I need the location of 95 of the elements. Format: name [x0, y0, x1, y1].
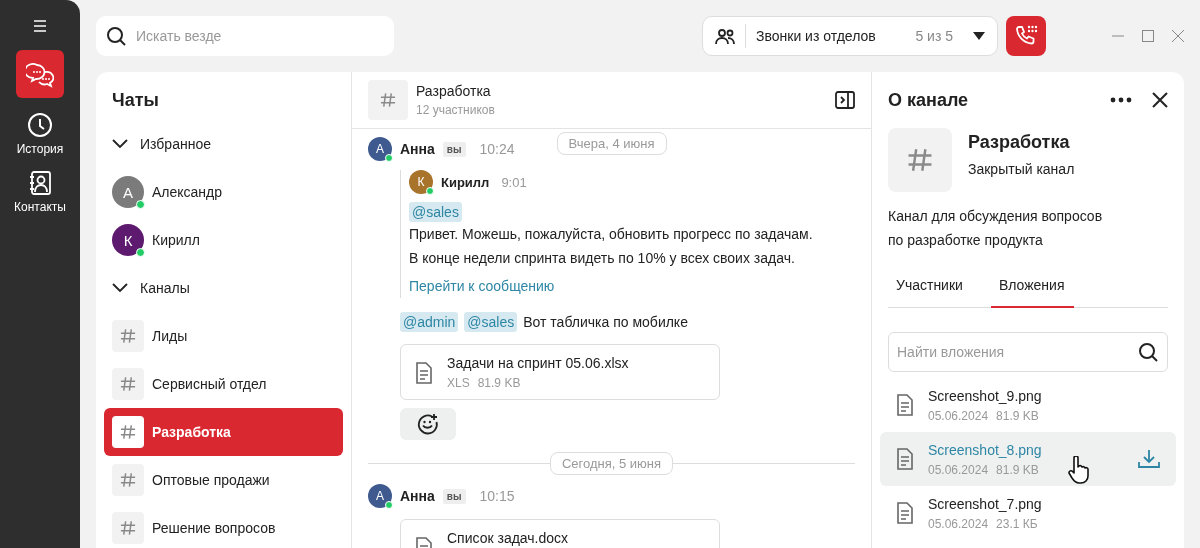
channel-type: Закрытый канал: [968, 161, 1075, 177]
author-name: Кирилл: [441, 174, 490, 190]
document-icon: [896, 502, 914, 524]
tab[interactable]: Вложения: [990, 264, 1074, 308]
more-icon: [1110, 97, 1132, 103]
attachment-item[interactable]: Screenshot_7.png 05.06.2024 23.1 КБ: [880, 486, 1176, 540]
people-icon: [715, 27, 735, 45]
history-nav-button[interactable]: История: [4, 112, 76, 156]
clock-icon: [27, 112, 53, 138]
close-icon: [1152, 92, 1168, 108]
member-count: 12 участников: [416, 103, 495, 117]
list-title: Чаты: [112, 88, 160, 112]
add-reaction-button[interactable]: [400, 408, 456, 440]
channel-name: Разработка: [968, 132, 1071, 153]
avatar-initial: А: [376, 142, 384, 156]
menu-icon[interactable]: [32, 18, 48, 34]
hash-icon: [380, 91, 396, 109]
section-header[interactable]: Избранное: [104, 120, 343, 168]
hash-icon: [120, 423, 136, 441]
file-type: XLS: [447, 376, 470, 390]
channel-item[interactable]: Оптовые продажи: [104, 456, 343, 504]
chevron-down-icon: [112, 283, 128, 293]
more-button[interactable]: [1110, 97, 1132, 103]
message-time: 10:24: [479, 141, 515, 157]
call-group-dropdown[interactable]: Звонки из отделов 5 из 5: [702, 16, 998, 56]
file-size: 81.9 KB: [996, 462, 1039, 477]
count-label: 5 из 5: [915, 28, 953, 44]
call-button[interactable]: [1006, 16, 1046, 56]
channel-description: Канал для обсуждения вопросов по разработке продукта: [888, 207, 1104, 250]
avatar-initial: К: [417, 175, 425, 189]
channel-item[interactable]: Разработка: [104, 408, 343, 456]
caret-down-icon: [973, 32, 985, 40]
message-text: В конце недели спринта видеть по 10% у всех своих задач.: [409, 249, 796, 268]
date-pill: Вчера, 4 июня: [556, 132, 667, 155]
go-to-message-link[interactable]: Перейти к сообщению: [409, 278, 555, 294]
channel-item[interactable]: Сервисный отдел: [104, 360, 343, 408]
file-date: 05.06.2024: [928, 462, 989, 477]
channel-item[interactable]: Решение вопросов: [104, 504, 343, 548]
channel-name: Разработка: [416, 83, 492, 99]
file-size: 81.9 KB: [996, 408, 1039, 423]
close-button[interactable]: [1152, 92, 1168, 108]
avatar-initial: А: [123, 183, 133, 201]
document-icon: [896, 394, 914, 416]
search-icon: [106, 26, 126, 46]
you-badge: вы: [442, 141, 466, 157]
author-name: Анна: [400, 488, 435, 504]
message-time: 9:01: [501, 174, 527, 190]
file-name: Screenshot_9.png: [928, 387, 1042, 404]
author-name: Анна: [400, 141, 435, 157]
hash-icon: [120, 327, 136, 345]
close-icon[interactable]: [1172, 30, 1184, 42]
document-icon: [896, 448, 914, 470]
file-size: 23.1 КБ: [996, 516, 1038, 531]
hash-icon: [120, 519, 136, 537]
you-badge: вы: [442, 488, 466, 504]
hash-icon: [120, 471, 136, 489]
file-name: Screenshot_7.png: [928, 495, 1042, 512]
search-icon: [1138, 342, 1158, 362]
date-pill: Сегодня, 5 июня: [549, 452, 674, 475]
attachment-search-field[interactable]: Найти вложения: [888, 332, 1168, 372]
section-header[interactable]: Каналы: [104, 264, 343, 312]
hash-icon: [907, 146, 933, 174]
chats-button[interactable]: [16, 50, 64, 98]
hand-cursor-icon: [1066, 456, 1090, 484]
file-date: 05.06.2024: [928, 408, 989, 423]
avatar-initial: К: [123, 231, 133, 249]
download-icon[interactable]: [1138, 449, 1160, 469]
contact-book-icon: [27, 170, 53, 196]
attachment-item[interactable]: Screenshot_9.png 05.06.2024 81.9 KB: [880, 378, 1176, 432]
file-name: Список задач.docx: [447, 530, 569, 546]
avatar-initial: А: [376, 489, 384, 503]
panel-title: О канале: [888, 89, 970, 111]
file-name: Задачи на спринт 05.06.xlsx: [447, 355, 629, 371]
chevron-down-icon: [112, 139, 128, 149]
file-card[interactable]: Задачи на спринт 05.06.xlsx XLS 81.9 KB: [400, 344, 720, 400]
hash-icon: [120, 375, 136, 393]
file-size: 81.9 KB: [477, 376, 521, 390]
smiley-plus-icon: [417, 413, 439, 435]
search-field[interactable]: Искать везде: [96, 16, 394, 56]
panel-toggle-icon[interactable]: [835, 90, 855, 110]
document-icon: [415, 362, 433, 384]
channel-item[interactable]: Лиды: [104, 312, 343, 360]
contact-item[interactable]: К Кирилл: [104, 216, 343, 264]
file-card[interactable]: Список задач.docx: [400, 519, 720, 548]
message-text: Привет. Можешь, пожалуйста, обновить прогресс по задачам.: [409, 225, 814, 244]
maximize-icon[interactable]: [1142, 30, 1154, 42]
contact-item[interactable]: А Александр: [104, 168, 343, 216]
message-text: Вот табличка по мобилке: [523, 313, 688, 332]
file-name: Screenshot_8.png: [928, 441, 1042, 458]
tab[interactable]: Участники: [888, 264, 971, 308]
contacts-nav-button[interactable]: Контакты: [4, 170, 76, 214]
attachment-item[interactable]: Screenshot_8.png 05.06.2024 81.9 KB: [880, 432, 1176, 486]
file-date: 05.06.2024: [928, 516, 989, 531]
message-time: 10:15: [479, 488, 515, 504]
chat-bubbles-icon: [26, 60, 54, 88]
